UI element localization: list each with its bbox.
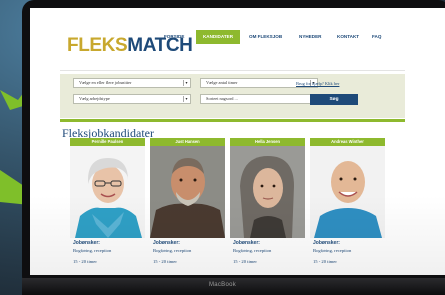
- candidate-job-label: Jobønsker:: [73, 240, 100, 246]
- candidate-card[interactable]: Just Hansen Jobønsker: Bogføring, recept…: [150, 138, 225, 275]
- candidate-name: Hella Jensen: [230, 138, 305, 146]
- candidate-description: Bogføring, reception: [233, 248, 272, 253]
- candidate-card[interactable]: Pernille Paulsen Jobønsker: Bogføring, r…: [70, 138, 145, 275]
- green-strip: [60, 119, 405, 122]
- chevron-down-icon: ▾: [183, 96, 189, 102]
- candidate-photo[interactable]: [230, 146, 305, 238]
- candidate-hours: 15 - 20 timer: [233, 259, 257, 264]
- candidate-description: Bogføring, reception: [153, 248, 192, 253]
- worktype-select[interactable]: Vælg arbejdstype ▾: [73, 94, 191, 104]
- candidate-job-label: Jobønsker:: [153, 240, 180, 246]
- candidate-name: Just Hansen: [150, 138, 225, 146]
- jobfunction-select[interactable]: Vælge en eller flere jobsnitter ▾: [73, 78, 191, 88]
- worktype-select-value: Vælg arbejdstype: [79, 96, 110, 101]
- nav-forside[interactable]: FORSIDE: [164, 30, 184, 44]
- candidate-card[interactable]: Andreas Winther Jobønsker: Bogføring, re…: [310, 138, 385, 275]
- candidate-job-label: Jobønsker:: [313, 240, 340, 246]
- nav-kontakt[interactable]: KONTAKT: [337, 30, 359, 44]
- keyword-select[interactable]: Sorteet nagsord ... ▾: [200, 94, 318, 104]
- candidate-job-label: Jobønsker:: [233, 240, 260, 246]
- candidate-hours: 15 - 20 timer: [313, 259, 337, 264]
- nav-faq[interactable]: FAQ: [372, 30, 381, 44]
- site-header: FLEKSMATCH FORSIDE KANDIDATER OM FLEKSJO…: [30, 8, 445, 64]
- nav-nyheder[interactable]: NYHEDER: [299, 30, 321, 44]
- candidate-card[interactable]: Hella Jensen Jobønsker: Bogføring, recep…: [230, 138, 305, 275]
- candidate-photo[interactable]: [310, 146, 385, 238]
- device-label: MacBook: [208, 282, 237, 288]
- candidate-name: Pernille Paulsen: [70, 138, 145, 146]
- website-screen: FLEKSMATCH FORSIDE KANDIDATER OM FLEKSJO…: [30, 8, 445, 275]
- keyword-select-value: Sorteet nagsord ...: [206, 96, 238, 101]
- help-link[interactable]: Brug for hjælp? Klik her: [296, 81, 339, 86]
- header-divider: [60, 70, 405, 71]
- candidate-description: Bogføring, reception: [313, 248, 352, 253]
- candidate-photo[interactable]: [150, 146, 225, 238]
- logo-part-1: FLEKS: [67, 35, 128, 56]
- nav-kandidater[interactable]: KANDIDATER: [196, 30, 240, 44]
- candidate-hours: 15 - 20 timer: [153, 259, 177, 264]
- nav-om-fleksjob[interactable]: OM FLEKSJOB: [249, 30, 282, 44]
- chevron-down-icon: ▾: [183, 80, 189, 86]
- candidate-name: Andreas Winther: [310, 138, 385, 146]
- candidate-description: Bogføring, reception: [73, 248, 112, 253]
- candidate-hours: 15 - 20 timer: [73, 259, 97, 264]
- hours-select-value: Vælge antal timer: [206, 80, 238, 85]
- candidate-photo[interactable]: [70, 146, 145, 238]
- search-button[interactable]: Søg: [310, 94, 358, 105]
- jobfunction-select-value: Vælge en eller flere jobsnitter: [79, 80, 132, 85]
